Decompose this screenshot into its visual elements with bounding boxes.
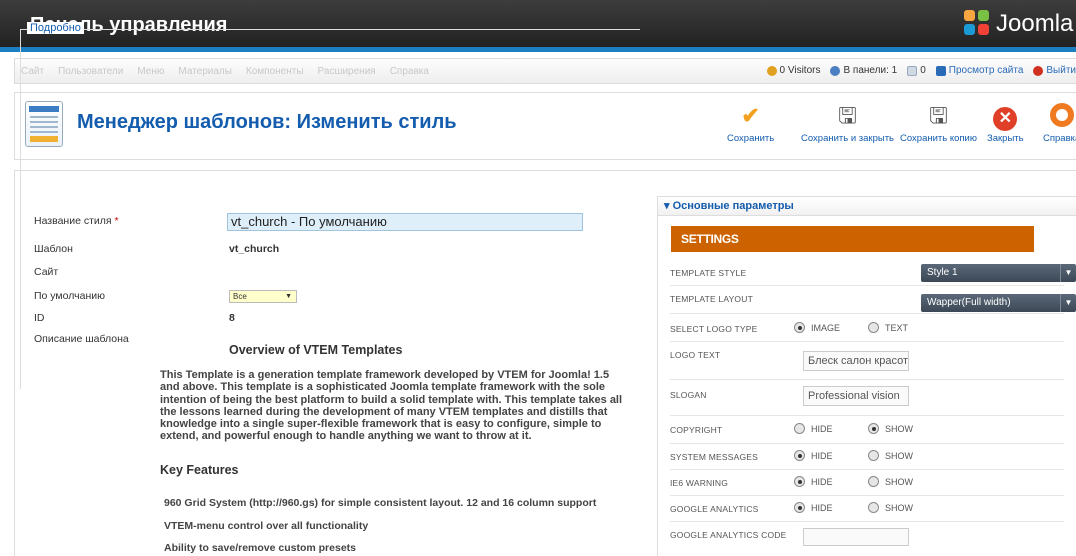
dropdown-arrow-icon: ▼ bbox=[1060, 264, 1076, 282]
site-label: Сайт bbox=[34, 266, 59, 278]
logo-type-text-radio[interactable]: TEXT bbox=[868, 322, 908, 333]
ga-hide-radio[interactable]: HIDE bbox=[794, 502, 833, 513]
system-messages-show-radio[interactable]: SHOW bbox=[868, 450, 913, 461]
checkmark-icon: ✔ bbox=[741, 103, 760, 128]
floppy-copy-icon: 🖫 bbox=[929, 103, 948, 128]
power-icon bbox=[1033, 65, 1044, 76]
default-label: По умолчанию bbox=[34, 290, 106, 302]
template-layout-select[interactable]: Wapper(Full width) ▼ bbox=[921, 294, 1076, 312]
ie6-show-radio[interactable]: SHOW bbox=[868, 476, 913, 487]
copyright-show-radio[interactable]: SHOW bbox=[868, 423, 913, 434]
template-label: Шаблон bbox=[34, 243, 73, 255]
template-layout-row: TEMPLATE LAYOUT Wapper(Full width) ▼ bbox=[670, 288, 1076, 314]
messages-status[interactable]: 0 bbox=[907, 65, 926, 76]
status-bar: 0 Visitors В панели: 1 0 Просмотр сайта … bbox=[766, 65, 1076, 76]
feature-item: 960 Grid System (http://960.gs) for simp… bbox=[164, 497, 597, 509]
logo-type-row: SELECT LOGO TYPE IMAGE TEXT bbox=[670, 316, 1064, 342]
logo-text: Joomla bbox=[996, 10, 1074, 37]
help-button[interactable]: Справка bbox=[1043, 103, 1076, 144]
ga-show-radio[interactable]: SHOW bbox=[868, 502, 913, 513]
system-messages-hide-radio[interactable]: HIDE bbox=[794, 450, 833, 461]
feature-item: Ability to save/remove custom presets bbox=[164, 542, 356, 554]
users-icon bbox=[766, 65, 777, 76]
overview-heading: Overview of VTEM Templates bbox=[229, 343, 403, 357]
logo-text-row: LOGO TEXT Блеск салон красоты bbox=[670, 344, 1064, 380]
description-label: Описание шаблона bbox=[34, 333, 129, 345]
feature-item: VTEM-menu control over all functionality bbox=[164, 520, 369, 532]
slogan-input[interactable]: Professional vision bbox=[803, 386, 909, 406]
save-close-button[interactable]: 🖫 Сохранить и закрыть bbox=[801, 103, 894, 144]
template-style-select[interactable]: Style 1 ▼ bbox=[921, 264, 1076, 282]
style-name-input[interactable]: vt_church - По умолчанию bbox=[227, 213, 583, 231]
mail-icon bbox=[907, 65, 918, 76]
preview-site-link[interactable]: Просмотр сайта bbox=[935, 65, 1023, 76]
params-panel-header[interactable]: ▾ Основные параметры bbox=[658, 196, 1076, 216]
details-legend: Подробно bbox=[27, 22, 84, 34]
close-button[interactable]: ✕ Закрыть bbox=[987, 103, 1024, 144]
params-panel: ▾ Основные параметры SETTINGS TEMPLATE S… bbox=[657, 196, 1076, 556]
ga-code-row: GOOGLE ANALYTICS CODE bbox=[670, 522, 1064, 552]
template-value: vt_church bbox=[229, 243, 280, 255]
template-style-row: TEMPLATE STYLE Style 1 ▼ bbox=[670, 260, 1076, 286]
lifebuoy-icon bbox=[1049, 103, 1074, 129]
joomla-logo[interactable]: Joomla bbox=[964, 10, 1073, 38]
google-analytics-row: GOOGLE ANALYTICS HIDE SHOW bbox=[670, 496, 1064, 522]
joomla-logo-icon bbox=[964, 10, 992, 38]
id-label: ID bbox=[34, 312, 45, 324]
key-features-heading: Key Features bbox=[160, 463, 239, 477]
collapse-arrow-icon: ▾ bbox=[664, 200, 670, 212]
save-copy-button[interactable]: 🖫 Сохранить копию bbox=[900, 103, 977, 144]
slogan-row: SLOGAN Professional vision bbox=[670, 382, 1064, 416]
logo-type-image-radio[interactable]: IMAGE bbox=[794, 322, 840, 333]
ga-code-input[interactable] bbox=[803, 528, 909, 546]
id-value: 8 bbox=[229, 312, 235, 324]
admins-status: В панели: 1 bbox=[830, 65, 897, 76]
monitor-icon bbox=[935, 65, 946, 76]
logout-link[interactable]: Выйти bbox=[1033, 65, 1076, 76]
floppy-icon: 🖫 bbox=[838, 103, 857, 128]
style-name-label: Название стиля * bbox=[34, 215, 119, 227]
copyright-row: COPYRIGHT HIDE SHOW bbox=[670, 418, 1064, 444]
copyright-hide-radio[interactable]: HIDE bbox=[794, 423, 833, 434]
dropdown-arrow-icon: ▼ bbox=[1060, 294, 1076, 312]
logo-text-input[interactable]: Блеск салон красоты bbox=[803, 351, 909, 371]
save-button[interactable]: ✔ Сохранить bbox=[727, 103, 774, 144]
close-icon: ✕ bbox=[993, 103, 1018, 131]
visitors-status: 0 Visitors bbox=[766, 65, 820, 76]
system-messages-row: SYSTEM MESSAGES HIDE SHOW bbox=[670, 444, 1064, 470]
settings-heading: SETTINGS bbox=[671, 226, 1034, 252]
ie6-warning-row: IE6 WARNING HIDE SHOW bbox=[670, 470, 1064, 496]
ie6-hide-radio[interactable]: HIDE bbox=[794, 476, 833, 487]
dropdown-arrow-icon: ▼ bbox=[285, 293, 292, 300]
admin-user-icon bbox=[830, 65, 841, 76]
overview-text: This Template is a generation template f… bbox=[160, 369, 623, 443]
default-select[interactable]: Все ▼ bbox=[229, 290, 297, 303]
